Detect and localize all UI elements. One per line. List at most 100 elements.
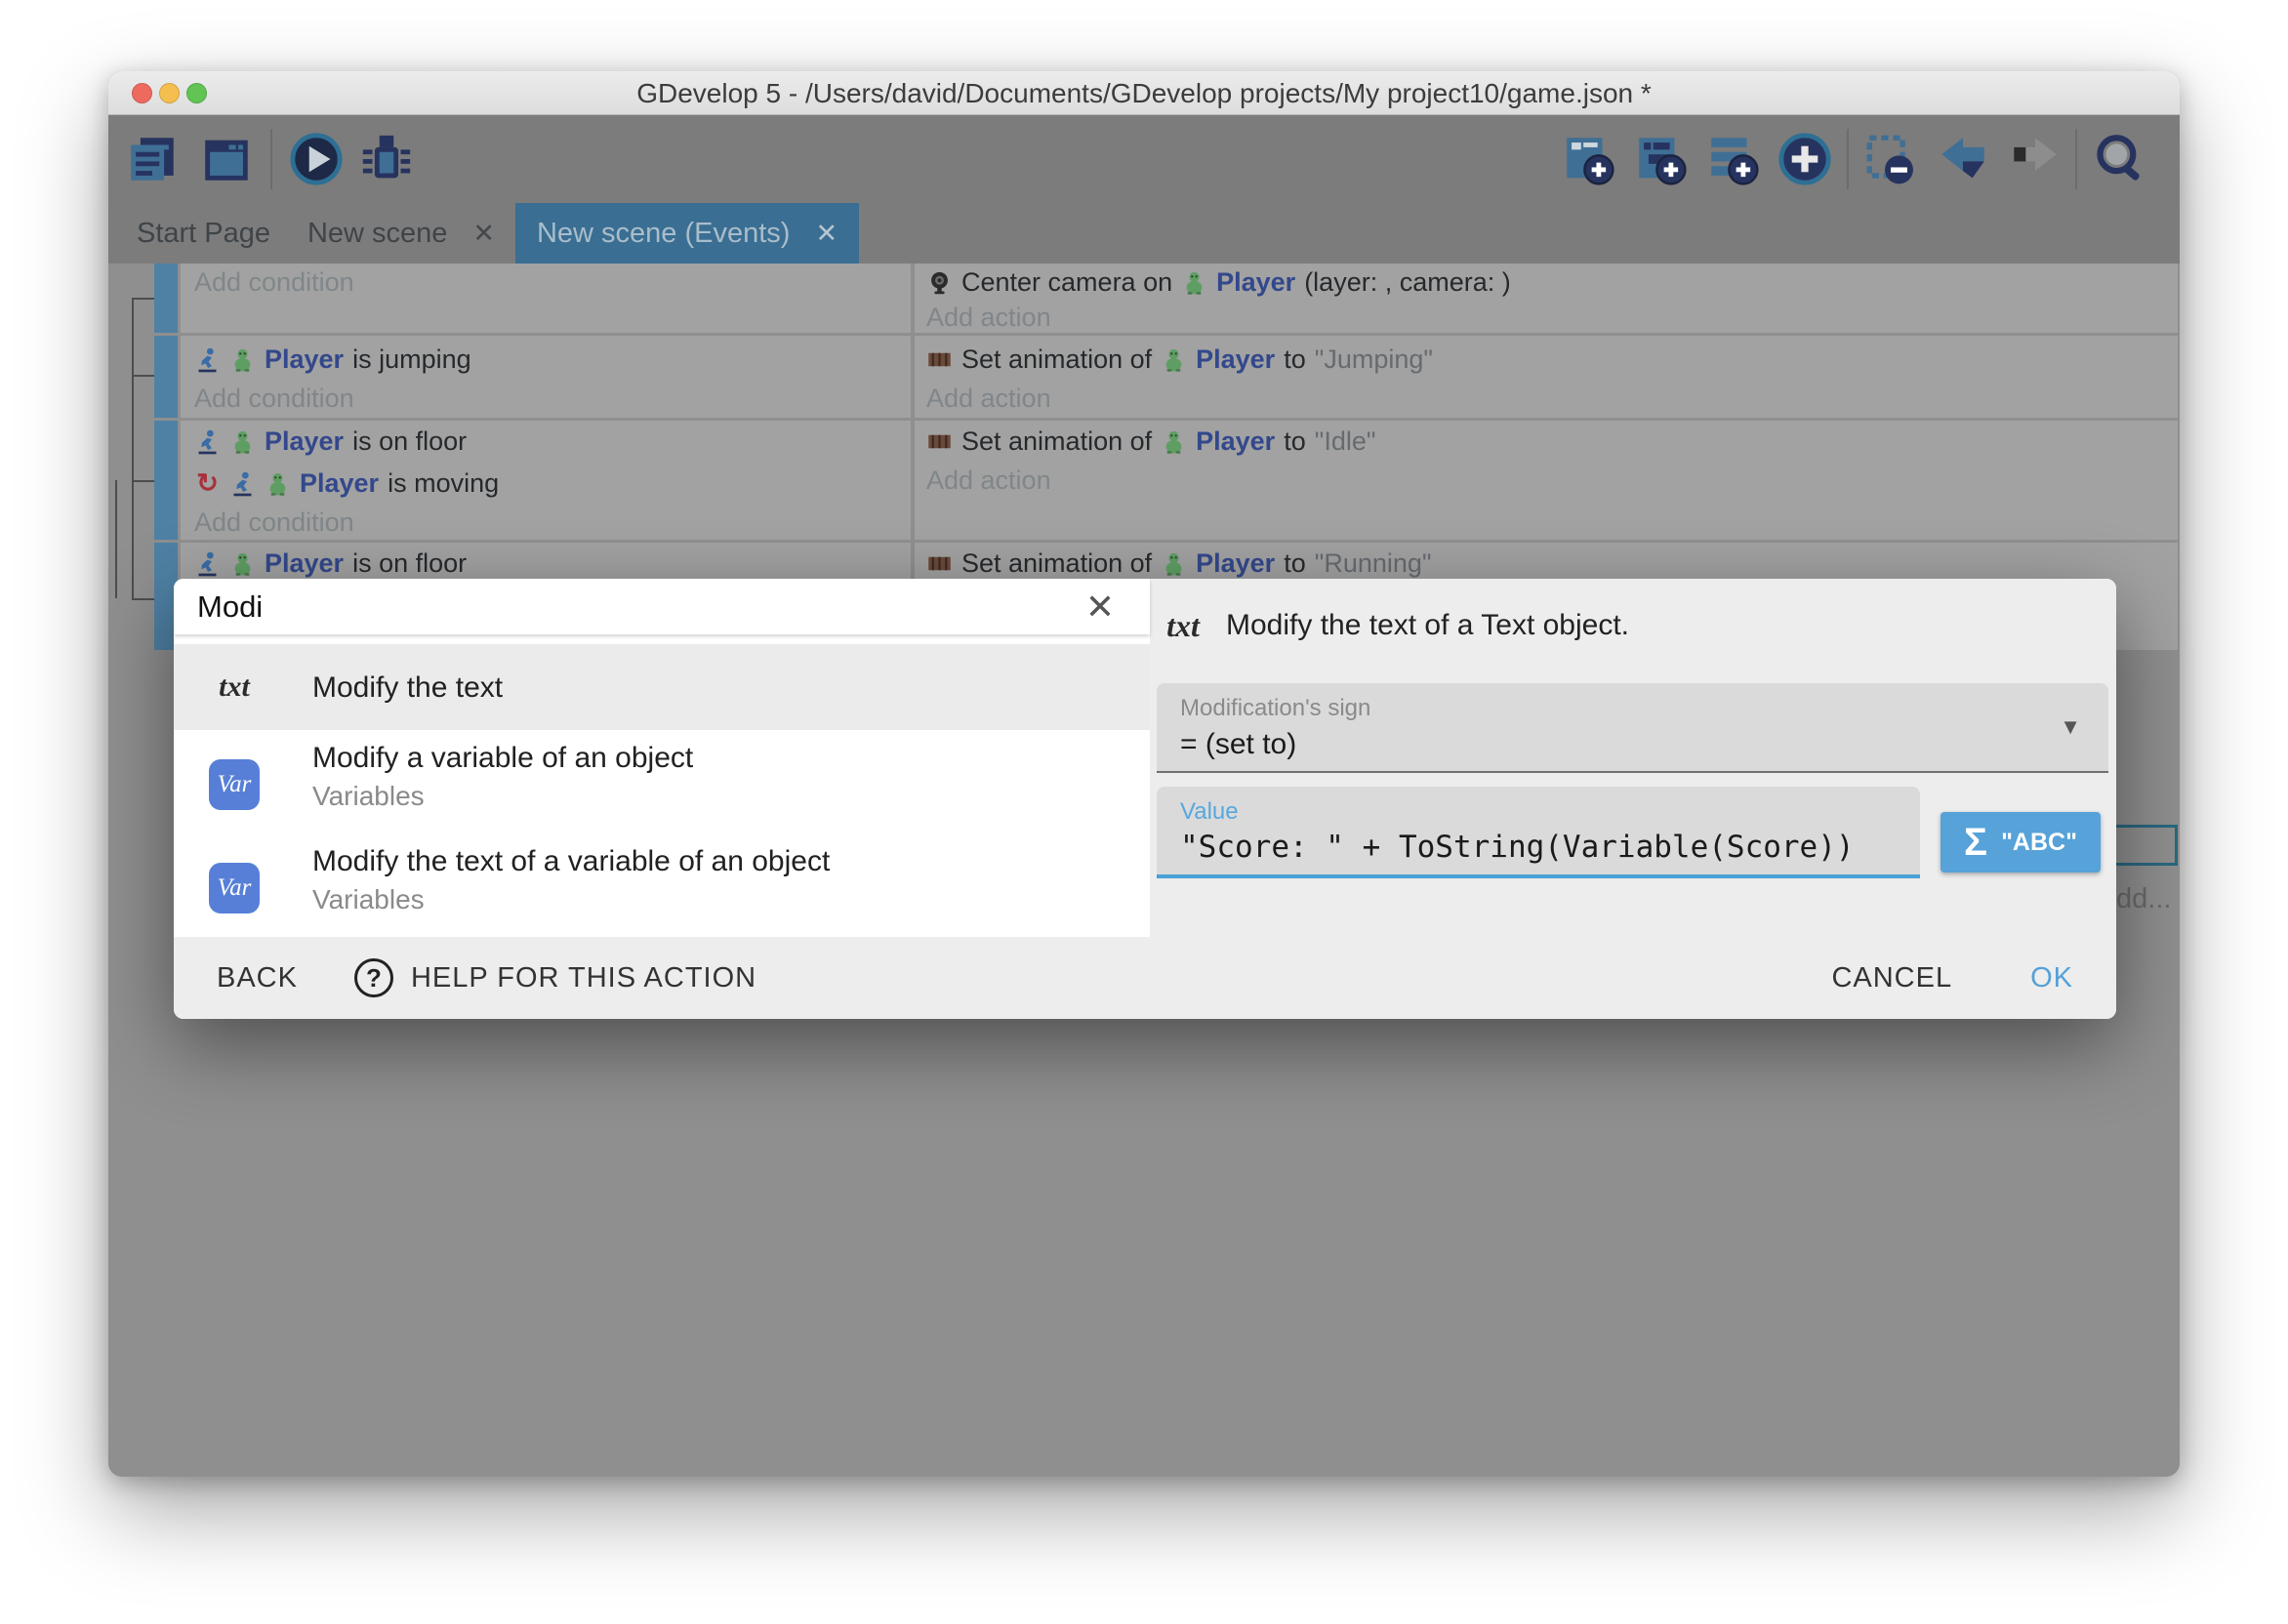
movement-arrows-icon: ↻ — [194, 470, 221, 497]
player-object-icon — [1161, 428, 1187, 455]
add-condition-button[interactable]: Add condition — [194, 267, 354, 298]
play-icon[interactable] — [288, 131, 345, 187]
player-object-icon — [229, 428, 256, 455]
help-icon: ? — [354, 958, 393, 997]
chevron-down-icon[interactable]: ▼ — [2060, 714, 2081, 740]
field-label: Modification's sign — [1180, 695, 1370, 722]
conditions-cell[interactable]: Player is jumping Add condition — [181, 336, 911, 418]
object-name: Player — [300, 468, 379, 499]
screenshot-root: GDevelop 5 - /Users/david/Documents/GDev… — [0, 0, 2288, 1624]
animation-icon — [926, 428, 953, 455]
add-new-icon[interactable] — [1777, 131, 1833, 187]
action-text: Center camera on — [961, 267, 1172, 298]
close-tab-icon[interactable]: ✕ — [815, 219, 838, 249]
add-sub-event-icon[interactable] — [1632, 131, 1689, 187]
action-text: Set animation of — [961, 426, 1152, 457]
tab-new-scene-events[interactable]: New scene (Events) ✕ — [515, 203, 859, 264]
camera-icon — [926, 269, 953, 296]
cancel-button[interactable]: CANCEL — [1831, 962, 1952, 995]
list-item-subtitle: Variables — [312, 781, 425, 812]
project-manager-icon[interactable] — [124, 131, 181, 187]
instruction-list-panel: Modi ✕ txt Modify the text Var Modify a … — [174, 579, 1150, 937]
toolbar-separator — [1847, 129, 1849, 189]
player-object-icon — [1161, 550, 1187, 577]
animation-icon — [926, 346, 953, 373]
player-object-icon — [265, 470, 291, 497]
conditions-cell[interactable]: Add condition — [181, 264, 911, 333]
field-value: = (set to) — [1180, 728, 1296, 761]
open-scene-editor-icon[interactable] — [198, 131, 255, 187]
add-action-button[interactable]: Add action — [926, 466, 1051, 496]
close-tab-icon[interactable]: ✕ — [472, 219, 495, 249]
action-text: to — [1284, 426, 1306, 457]
tab-label: New scene (Events) — [537, 218, 791, 250]
condition-text: is moving — [388, 468, 499, 499]
action-parameter: "Running" — [1315, 548, 1432, 579]
tab-label: Start Page — [137, 218, 270, 250]
add-comment-icon[interactable] — [1704, 131, 1761, 187]
tab-start-page[interactable]: Start Page — [118, 203, 289, 264]
list-item-modify-text-variable-object[interactable]: Var Modify the text of a variable of an … — [174, 837, 1150, 937]
event-color-bar — [154, 336, 178, 418]
abc-label: "ABC" — [2001, 829, 2077, 857]
condition-text: is on floor — [352, 548, 467, 579]
conditions-cell[interactable]: Player is on floor ↻ Player is moving Ad… — [181, 421, 911, 540]
platformer-behavior-icon — [194, 550, 221, 577]
instruction-editor-dialog: Modi ✕ txt Modify the text Var Modify a … — [174, 579, 2116, 1019]
object-name: Player — [1196, 548, 1275, 579]
actions-cell[interactable]: Set animation of Player to "Jumping" Add… — [915, 336, 2178, 418]
action-parameter: "Idle" — [1315, 426, 1376, 457]
platformer-behavior-icon — [194, 428, 221, 455]
event-row[interactable]: Player is jumping Add condition Set anim… — [108, 336, 2178, 418]
platformer-behavior-icon — [194, 346, 221, 373]
action-text: Set animation of — [961, 345, 1152, 375]
add-more-label[interactable]: dd... — [2116, 883, 2171, 915]
list-item-modify-the-text[interactable]: txt Modify the text — [174, 644, 1150, 730]
help-button[interactable]: ? HELP FOR THIS ACTION — [354, 958, 756, 997]
actions-cell[interactable]: Center camera on Player (layer: , camera… — [915, 264, 2178, 333]
add-event-icon[interactable] — [1560, 131, 1616, 187]
close-icon[interactable]: ✕ — [1085, 579, 1115, 634]
add-action-button[interactable]: Add action — [926, 384, 1051, 414]
search-input[interactable]: Modi — [197, 579, 263, 634]
condition-text: is on floor — [352, 426, 467, 457]
remove-selection-icon[interactable] — [1862, 131, 1919, 187]
search-icon[interactable] — [2092, 131, 2148, 187]
debug-icon[interactable] — [358, 131, 415, 187]
undo-icon[interactable] — [1935, 131, 1991, 187]
var-icon: Var — [209, 863, 260, 914]
var-icon: Var — [209, 759, 260, 810]
player-object-icon — [1161, 346, 1187, 373]
toolbar-separator — [270, 129, 272, 189]
dialog-footer: BACK ? HELP FOR THIS ACTION CANCEL OK — [174, 937, 2116, 1019]
tab-bar: Start Page New scene ✕ New scene (Events… — [108, 203, 2180, 264]
ok-button[interactable]: OK — [2030, 962, 2073, 995]
sigma-icon: Σ — [1964, 821, 1987, 865]
event-row[interactable]: Player is on floor ↻ Player is moving Ad… — [108, 421, 2178, 540]
action-text: to — [1284, 345, 1306, 375]
list-item-modify-variable-object[interactable]: Var Modify a variable of an object Varia… — [174, 730, 1150, 837]
add-condition-button[interactable]: Add condition — [194, 384, 354, 414]
inline-edit-field[interactable] — [2112, 825, 2178, 866]
action-text: (layer: , camera: ) — [1304, 267, 1511, 298]
tab-new-scene[interactable]: New scene ✕ — [299, 203, 504, 264]
open-expression-editor-button[interactable]: Σ "ABC" — [1941, 812, 2101, 873]
add-condition-button[interactable]: Add condition — [194, 508, 354, 538]
object-name: Player — [265, 426, 344, 457]
txt-icon: txt — [1162, 604, 1205, 647]
redo-icon[interactable] — [2007, 131, 2063, 187]
toolbar-separator — [2075, 129, 2077, 189]
search-bar: Modi ✕ — [174, 579, 1150, 634]
add-action-button[interactable]: Add action — [926, 303, 1051, 333]
value-input[interactable]: Value "Score: " + ToString(Variable(Scor… — [1157, 787, 1920, 878]
event-color-bar — [154, 264, 178, 333]
field-value[interactable]: "Score: " + ToString(Variable(Score)) — [1180, 830, 1855, 865]
event-row[interactable]: Add condition Center camera on Player (l… — [108, 264, 2178, 333]
action-text: to — [1284, 548, 1306, 579]
modification-sign-select[interactable]: Modification's sign = (set to) ▼ — [1157, 683, 2108, 773]
txt-icon: txt — [209, 662, 260, 712]
actions-cell[interactable]: Set animation of Player to "Idle" Add ac… — [915, 421, 2178, 540]
player-object-icon — [229, 550, 256, 577]
back-button[interactable]: BACK — [217, 962, 298, 995]
object-name: Player — [1196, 345, 1275, 375]
